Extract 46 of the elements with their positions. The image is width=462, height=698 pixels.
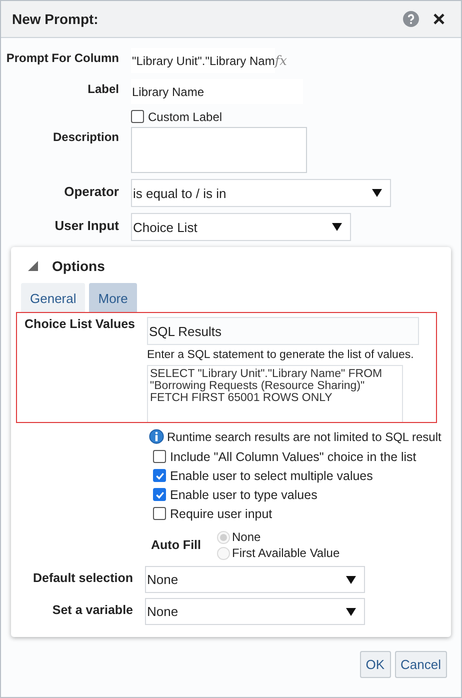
- dropdown[interactable]: None: [145, 566, 365, 593]
- field-label: Choice List Values: [24, 317, 136, 333]
- checkbox-label: Include "All Column Values" choice in the list: [170, 450, 416, 464]
- hint-text: Enter a SQL statement to generate the list of values.: [147, 349, 415, 361]
- text-field[interactable]: "Library Unit"."Library Nam: [131, 48, 275, 73]
- checkbox-label: Enable user to type values: [170, 488, 318, 502]
- field-label: Auto Fill: [151, 538, 201, 552]
- field-label: Operator: [63, 183, 120, 199]
- close-icon[interactable]: [433, 13, 445, 25]
- window-title: New Prompt:: [12, 11, 100, 27]
- checkbox-label: Custom Label: [148, 110, 222, 124]
- field-label: Set a variable: [51, 602, 134, 617]
- info-icon: [149, 429, 164, 444]
- ok-button[interactable]: OK: [360, 651, 391, 678]
- tab[interactable]: More: [89, 283, 137, 312]
- caret-icon: [372, 189, 382, 197]
- radio-label: None: [232, 530, 261, 544]
- checkbox[interactable]: [131, 110, 144, 123]
- tab[interactable]: General: [21, 283, 86, 312]
- radio-label: First Available Value: [232, 546, 340, 560]
- dropdown[interactable]: SQL Results: [147, 317, 419, 345]
- field-label: User Input: [54, 217, 120, 233]
- checkbox-label: Require user input: [170, 506, 272, 520]
- sql-field[interactable]: SELECT "Library Unit"."Library Name" FROM "Borrowing Requests (Resource Sharing)" FETCH FIRST 65001 ROWS ONLY: [147, 365, 403, 422]
- help-icon[interactable]: [403, 11, 419, 27]
- checkbox[interactable]: [153, 469, 166, 482]
- description-field[interactable]: [131, 127, 307, 173]
- text-field[interactable]: Library Name: [131, 79, 303, 104]
- field-label: Label: [86, 81, 120, 96]
- field-label: Description: [52, 129, 120, 144]
- checkbox[interactable]: [153, 488, 166, 501]
- info-text: Runtime search results are not limited to SQL result: [167, 430, 442, 444]
- collapse-triangle-icon[interactable]: [28, 261, 38, 271]
- dropdown[interactable]: None: [145, 598, 365, 625]
- field-label: Prompt For Column: [5, 50, 120, 65]
- checkbox-label: Enable user to select multiple values: [170, 468, 373, 482]
- cancel-button[interactable]: Cancel: [394, 651, 447, 678]
- field-label: Default selection: [32, 570, 134, 585]
- dropdown[interactable]: Choice List: [131, 213, 351, 241]
- caret-icon: [346, 576, 356, 584]
- dropdown[interactable]: is equal to / is in: [131, 179, 391, 207]
- caret-icon: [346, 608, 356, 616]
- checkbox[interactable]: [153, 450, 166, 463]
- section-title: Options: [52, 258, 105, 274]
- caret-icon: [332, 223, 342, 231]
- checkbox[interactable]: [153, 507, 166, 520]
